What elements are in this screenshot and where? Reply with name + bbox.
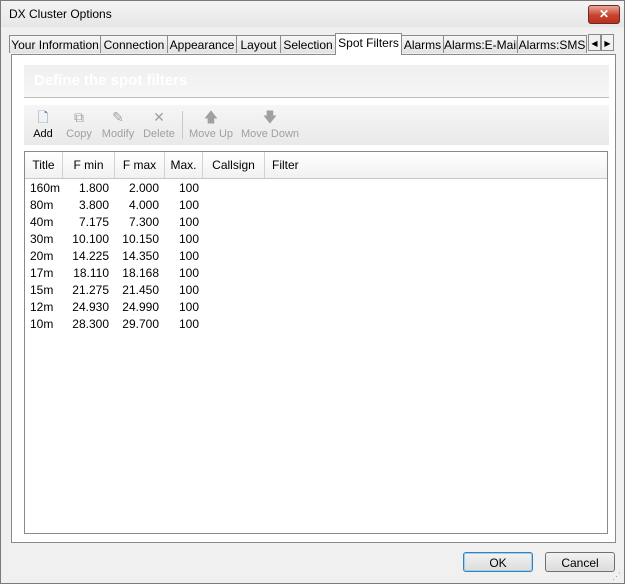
table-row[interactable]: 30m 10.100 10.150 100 [25, 231, 607, 248]
chevron-right-icon: ▶ [604, 39, 611, 48]
copy-button[interactable]: ⧉ Copy [64, 109, 94, 143]
spot-filter-table[interactable]: Title F min F max Max. Callsign Filter 1… [24, 151, 608, 534]
page-header: Define the spot filters [24, 65, 609, 98]
edit-icon: ✎ [112, 109, 124, 125]
move-down-button[interactable]: 🡇 Move Down [240, 109, 300, 143]
ok-button[interactable]: OK [463, 552, 533, 572]
column-header-max[interactable]: Max. [165, 152, 203, 178]
column-header-title[interactable]: Title [25, 152, 63, 178]
add-button[interactable]: 🗋 Add [30, 109, 56, 143]
table-header: Title F min F max Max. Callsign Filter [25, 152, 607, 179]
tab-your-information[interactable]: Your Information [9, 35, 101, 53]
close-button[interactable]: ✕ [588, 5, 620, 24]
chevron-left-icon: ◀ [591, 39, 598, 48]
copy-icon: ⧉ [74, 109, 84, 125]
column-header-fmax[interactable]: F max [115, 152, 165, 178]
tab-connection[interactable]: Connection [100, 35, 168, 53]
tab-layout[interactable]: Layout [236, 35, 281, 53]
window-title: DX Cluster Options [9, 7, 112, 21]
toolbar-separator [182, 111, 183, 139]
tab-alarms[interactable]: Alarms [401, 35, 444, 53]
page-header-text: Define the spot filters [34, 72, 188, 89]
table-row[interactable]: 12m 24.930 24.990 100 [25, 299, 607, 316]
tab-strip: Your Information Connection Appearance L… [9, 33, 617, 55]
tab-scroll-right-button[interactable]: ▶ [601, 34, 614, 51]
tab-spot-filters[interactable]: Spot Filters [335, 33, 402, 55]
tab-selection[interactable]: Selection [280, 35, 336, 53]
table-row[interactable]: 15m 21.275 21.450 100 [25, 282, 607, 299]
tab-scroll-left-button[interactable]: ◀ [588, 34, 601, 51]
column-header-callsign[interactable]: Callsign [203, 152, 265, 178]
table-row[interactable]: 20m 14.225 14.350 100 [25, 248, 607, 265]
dialog-window: DX Cluster Options ✕ Your Information Co… [0, 0, 625, 584]
table-row[interactable]: 160m 1.800 2.000 100 [25, 180, 607, 197]
arrow-up-icon: 🡅 [203, 109, 219, 125]
table-row[interactable]: 40m 7.175 7.300 100 [25, 214, 607, 231]
tab-appearance[interactable]: Appearance [167, 35, 237, 53]
delete-icon: ✕ [153, 109, 165, 125]
table-body: 160m 1.800 2.000 100 80m 3.800 4.000 100… [25, 180, 607, 333]
tab-alarms-email[interactable]: Alarms:E-Mail [443, 35, 518, 53]
table-row[interactable]: 80m 3.800 4.000 100 [25, 197, 607, 214]
table-row[interactable]: 17m 18.110 18.168 100 [25, 265, 607, 282]
move-up-button[interactable]: 🡅 Move Up [188, 109, 234, 143]
close-icon: ✕ [598, 7, 610, 21]
column-header-filter[interactable]: Filter [265, 152, 607, 178]
tab-alarms-sms[interactable]: Alarms:SMS [517, 35, 587, 53]
resize-grip-icon[interactable]: ⋰ [612, 571, 622, 581]
spot-filters-page: Define the spot filters 🗋 Add ⧉ Copy ✎ M… [11, 54, 616, 543]
column-header-fmin[interactable]: F min [63, 152, 115, 178]
table-row[interactable]: 10m 28.300 29.700 100 [25, 316, 607, 333]
delete-button[interactable]: ✕ Delete [142, 109, 176, 143]
cancel-button[interactable]: Cancel [545, 552, 615, 572]
title-bar[interactable]: DX Cluster Options ✕ [1, 1, 624, 27]
arrow-down-icon: 🡇 [262, 109, 278, 125]
modify-button[interactable]: ✎ Modify [100, 109, 136, 143]
new-document-icon: 🗋 [37, 109, 49, 125]
toolbar: 🗋 Add ⧉ Copy ✎ Modify ✕ Delete 🡅 Move Up [24, 105, 609, 145]
